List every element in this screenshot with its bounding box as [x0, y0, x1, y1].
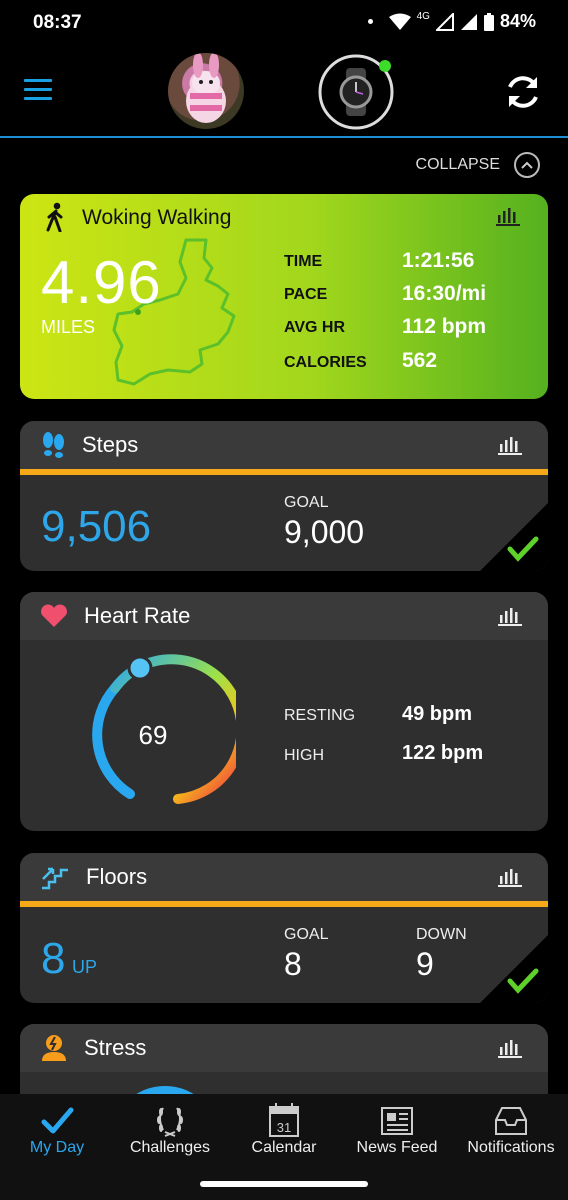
- steps-count: 9,506: [41, 502, 152, 551]
- status-time: 08:37: [33, 12, 82, 33]
- laurel-icon: [157, 1107, 183, 1137]
- nav-challenges[interactable]: Challenges: [113, 1094, 227, 1164]
- status-bar: 08:37 4G 84%: [0, 0, 568, 44]
- floors-down-value: 9: [416, 946, 434, 982]
- wifi-icon: [388, 13, 411, 30]
- floors-goal-label: GOAL: [284, 926, 329, 943]
- collapse-label: COLLAPSE: [415, 156, 500, 173]
- hamburger-menu-icon[interactable]: [24, 79, 52, 101]
- notification-dot-icon: [367, 19, 373, 24]
- heart-rate-card[interactable]: Heart Rate 69 RESTING 49 bpm HIGH 122 bp…: [20, 592, 548, 831]
- calories-value: 562: [402, 349, 438, 372]
- stress-header: Stress: [20, 1024, 548, 1072]
- heart-rate-header: Heart Rate: [20, 592, 548, 640]
- stress-icon: [42, 1035, 66, 1061]
- floors-card[interactable]: Floors 8 UP GOAL 8 DOWN 9: [20, 853, 548, 1003]
- avg-hr-value: 112 bpm: [402, 315, 487, 338]
- home-indicator[interactable]: [200, 1181, 368, 1187]
- goal-met-check-icon: [480, 503, 548, 571]
- nav-notifications[interactable]: Notifications: [454, 1094, 568, 1164]
- activity-card[interactable]: Woking Walking 4.96 MILES TIME 1:21:56 P…: [20, 194, 548, 399]
- footsteps-icon: [43, 432, 64, 458]
- nav-my-day-label: My Day: [29, 1139, 85, 1156]
- battery-icon: [483, 12, 494, 31]
- nav-calendar-label: Calendar: [251, 1139, 317, 1156]
- signal-icon: [435, 12, 454, 31]
- floors-progress-bar: [20, 901, 548, 907]
- signal-2-icon: [460, 13, 477, 30]
- activity-title: Woking Walking: [82, 206, 232, 229]
- nav-news-feed-label: News Feed: [356, 1139, 438, 1156]
- check-icon: [41, 1107, 74, 1134]
- sync-icon[interactable]: [504, 73, 542, 111]
- nav-calendar[interactable]: 31 Calendar: [227, 1094, 341, 1164]
- avatar-image: [186, 53, 226, 123]
- nav-my-day[interactable]: My Day: [0, 1094, 114, 1164]
- floors-down-label: DOWN: [416, 926, 467, 943]
- heart-rate-title: Heart Rate: [84, 603, 191, 628]
- current-heart-rate: 69: [138, 720, 168, 750]
- calendar-day-number: 31: [277, 1120, 291, 1135]
- steps-header: Steps: [20, 421, 548, 469]
- floors-header: Floors: [20, 853, 548, 901]
- network-type: 4G: [416, 11, 430, 22]
- steps-title: Steps: [82, 432, 139, 457]
- device-connected-dot: [379, 60, 391, 72]
- walking-icon: [46, 202, 63, 232]
- chevron-up-icon: [514, 152, 540, 178]
- floors-goal-value: 8: [284, 946, 302, 982]
- steps-card[interactable]: Steps 9,506 GOAL 9,000: [20, 421, 548, 571]
- floors-up-count: 8: [41, 934, 66, 983]
- floors-up-label: UP: [72, 957, 98, 977]
- bar-chart-icon[interactable]: [498, 435, 522, 455]
- bar-chart-icon[interactable]: [496, 206, 520, 226]
- activity-distance: 4.96: [41, 249, 162, 316]
- heart-icon: [41, 604, 67, 627]
- bar-chart-icon[interactable]: [498, 1038, 522, 1058]
- status-indicators: 4G 84%: [367, 11, 536, 32]
- nav-news-feed[interactable]: News Feed: [340, 1094, 454, 1164]
- time-value: 1:21:56: [402, 249, 475, 272]
- bar-chart-icon[interactable]: [498, 606, 522, 626]
- calories-label: CALORIES: [284, 354, 367, 371]
- steps-goal-value: 9,000: [284, 514, 365, 550]
- newspaper-icon: [381, 1107, 413, 1135]
- high-label: HIGH: [284, 747, 324, 764]
- watch-icon[interactable]: [316, 52, 396, 132]
- time-label: TIME: [284, 253, 323, 270]
- inbox-icon: [495, 1107, 527, 1135]
- high-value: 122 bpm: [402, 742, 484, 764]
- collapse-toggle[interactable]: COLLAPSE: [416, 152, 540, 178]
- steps-goal-label: GOAL: [284, 494, 329, 511]
- gauge-marker: [127, 655, 153, 681]
- activity-distance-unit: MILES: [41, 317, 96, 337]
- goal-met-check-icon: [480, 935, 548, 1003]
- bar-chart-icon[interactable]: [498, 867, 522, 887]
- top-app-bar: [0, 44, 568, 138]
- pace-value: 16:30/mi: [402, 282, 487, 305]
- resting-label: RESTING: [284, 707, 356, 724]
- nav-notifications-label: Notifications: [467, 1139, 555, 1156]
- stairs-icon: [42, 867, 68, 890]
- steps-progress-bar: [20, 469, 548, 475]
- profile-avatar[interactable]: [168, 53, 244, 129]
- pace-label: PACE: [284, 286, 328, 303]
- avg-hr-label: AVG HR: [284, 319, 346, 336]
- battery-level: 84%: [499, 11, 536, 31]
- resting-value: 49 bpm: [402, 703, 473, 725]
- stress-title: Stress: [84, 1035, 147, 1060]
- nav-challenges-label: Challenges: [129, 1139, 211, 1156]
- calendar-icon: 31: [269, 1103, 299, 1137]
- floors-title: Floors: [86, 864, 148, 889]
